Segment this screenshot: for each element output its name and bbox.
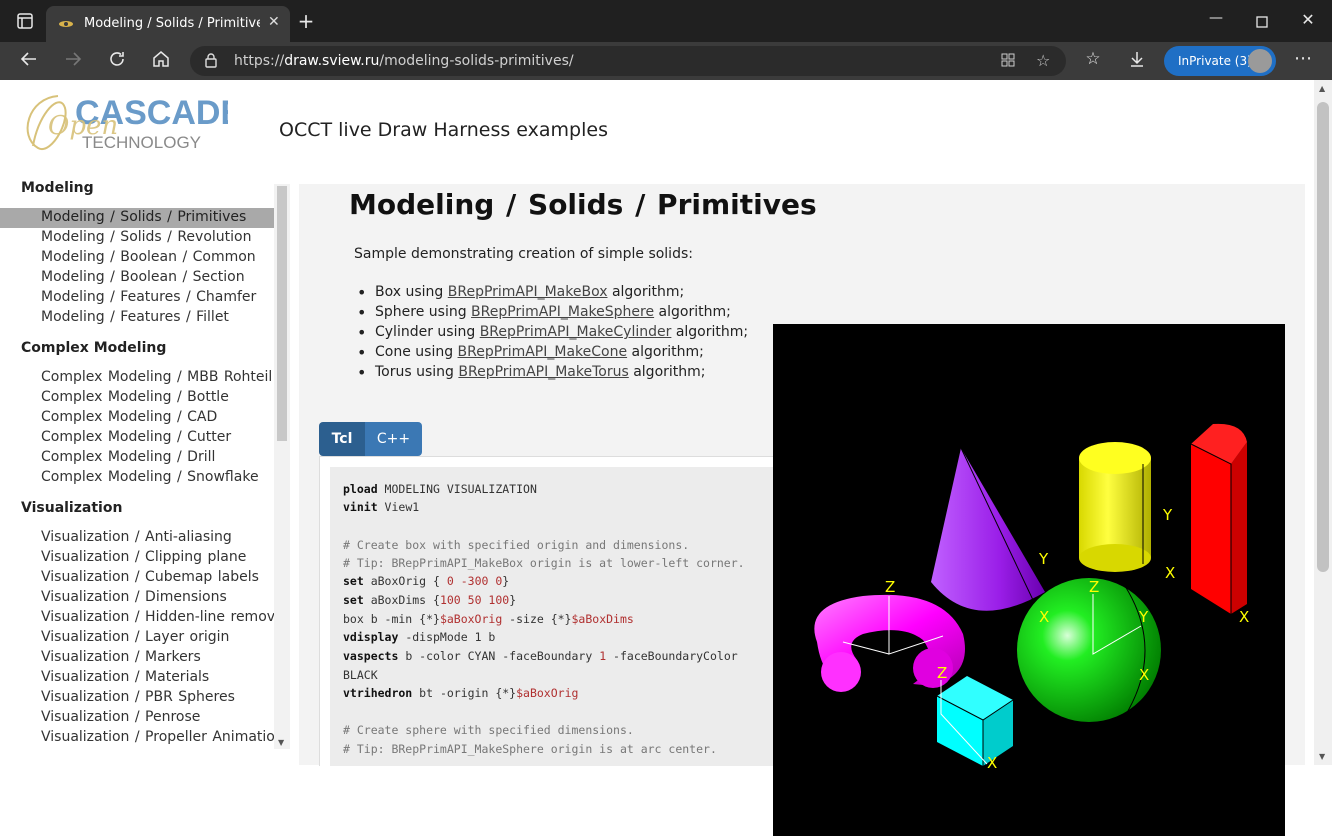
sidebar-item-modeling-features-chamfer[interactable]: Modeling / Features / Chamfer bbox=[0, 288, 274, 308]
sidebar-item-vis-layer-origin[interactable]: Visualization / Layer origin bbox=[0, 628, 274, 648]
sidebar-heading-complex-modeling: Complex Modeling bbox=[21, 340, 167, 356]
sidebar-item-vis-materials[interactable]: Visualization / Materials bbox=[0, 668, 274, 688]
sidebar-heading-modeling: Modeling bbox=[21, 180, 94, 196]
svg-text:Y: Y bbox=[1138, 608, 1149, 626]
sidebar-item-modeling-boolean-common[interactable]: Modeling / Boolean / Common bbox=[0, 248, 274, 268]
svg-text:Open: Open bbox=[48, 111, 118, 141]
page-title: Modeling / Solids / Primitives bbox=[349, 188, 817, 221]
list-item: Cylinder using BRepPrimAPI_MakeCylinder … bbox=[354, 323, 748, 344]
maximize-icon[interactable] bbox=[1252, 12, 1272, 32]
svg-text:Y: Y bbox=[1038, 550, 1049, 568]
sidebar-item-vis-hidden-line-removal[interactable]: Visualization / Hidden-line removal bbox=[0, 608, 274, 628]
profile-avatar bbox=[1248, 49, 1272, 73]
sidebar-item-modeling-solids-primitives[interactable]: Modeling / Solids / Primitives bbox=[0, 208, 274, 228]
more-menu-icon[interactable]: ⋯ bbox=[1292, 48, 1314, 70]
web-page: CASCADE TECHNOLOGY Open OCCT live Draw H… bbox=[0, 80, 1314, 836]
sidebar-scrollbar[interactable]: ▼ bbox=[274, 184, 290, 749]
code-block[interactable]: pload MODELING VISUALIZATION vinit View1… bbox=[330, 467, 775, 766]
svg-text:X: X bbox=[987, 754, 997, 772]
svg-text:X: X bbox=[1239, 608, 1249, 626]
cylinder-shape[interactable] bbox=[1079, 442, 1151, 572]
page-description: Sample demonstrating creation of simple … bbox=[354, 246, 693, 262]
list-item: Cone using BRepPrimAPI_MakeCone algorith… bbox=[354, 343, 748, 364]
page-scrollbar[interactable]: ▲ ▼ bbox=[1314, 80, 1332, 765]
code-panel: pload MODELING VISUALIZATION vinit View1… bbox=[319, 456, 776, 766]
svg-text:Z: Z bbox=[1089, 578, 1099, 596]
list-item: Torus using BRepPrimAPI_MakeTorus algori… bbox=[354, 363, 748, 384]
sidebar-item-vis-penrose[interactable]: Visualization / Penrose bbox=[0, 708, 274, 728]
sidebar-scroll-down-icon[interactable]: ▼ bbox=[278, 738, 284, 747]
svg-text:X: X bbox=[1039, 608, 1049, 626]
primitives-list: Box using BRepPrimAPI_MakeBox algorithm;… bbox=[354, 283, 748, 384]
api-link-maketorus[interactable]: BRepPrimAPI_MakeTorus bbox=[458, 364, 628, 380]
sidebar-item-complex-bottle[interactable]: Complex Modeling / Bottle bbox=[0, 388, 274, 408]
cone-shape[interactable] bbox=[931, 447, 1045, 611]
add-favorite-icon[interactable]: ☆ bbox=[1036, 51, 1050, 70]
sidebar-item-vis-pbr-spheres[interactable]: Visualization / PBR Spheres bbox=[0, 688, 274, 708]
sidebar-item-complex-mbb-rohteil[interactable]: Complex Modeling / MBB Rohteil bbox=[0, 368, 274, 388]
url-field[interactable]: https://draw.sview.ru/modeling-solids-pr… bbox=[190, 46, 1066, 76]
list-item: Sphere using BRepPrimAPI_MakeSphere algo… bbox=[354, 303, 748, 324]
app-available-icon[interactable] bbox=[1000, 52, 1016, 72]
page-scroll-thumb[interactable] bbox=[1317, 102, 1329, 572]
lock-icon[interactable] bbox=[204, 52, 218, 72]
sidebar-nav: Modeling Modeling / Solids / Primitives … bbox=[0, 178, 290, 758]
site-title: OCCT live Draw Harness examples bbox=[279, 119, 608, 141]
sidebar-item-complex-cad[interactable]: Complex Modeling / CAD bbox=[0, 408, 274, 428]
tab-cpp[interactable]: C++ bbox=[365, 422, 422, 456]
new-tab-icon[interactable]: + bbox=[296, 11, 316, 32]
downloads-icon[interactable] bbox=[1126, 49, 1148, 71]
box-shape[interactable] bbox=[936, 676, 1014, 766]
url-text: https://draw.sview.ru/modeling-solids-pr… bbox=[234, 53, 574, 69]
3d-viewer-canvas[interactable]: Z Z Z Y Y Y X X X X X bbox=[773, 324, 1285, 836]
sidebar-item-complex-drill[interactable]: Complex Modeling / Drill bbox=[0, 448, 274, 468]
sidebar-scroll-thumb[interactable] bbox=[277, 186, 287, 441]
sidebar-heading-visualization: Visualization bbox=[21, 500, 123, 516]
sidebar-item-modeling-features-fillet[interactable]: Modeling / Features / Fillet bbox=[0, 308, 274, 328]
minimize-icon[interactable]: — bbox=[1206, 10, 1226, 30]
home-icon[interactable] bbox=[150, 49, 172, 71]
favorites-icon[interactable]: ☆ bbox=[1082, 49, 1104, 71]
api-link-makecylinder[interactable]: BRepPrimAPI_MakeCylinder bbox=[480, 324, 672, 340]
sidebar-item-vis-dimensions[interactable]: Visualization / Dimensions bbox=[0, 588, 274, 608]
sidebar-item-vis-anti-aliasing[interactable]: Visualization / Anti-aliasing bbox=[0, 528, 274, 548]
svg-text:Z: Z bbox=[885, 578, 895, 596]
sphere-shape[interactable] bbox=[1017, 578, 1161, 722]
refresh-icon[interactable] bbox=[106, 49, 128, 71]
svg-text:Y: Y bbox=[1162, 506, 1173, 524]
api-link-makebox[interactable]: BRepPrimAPI_MakeBox bbox=[448, 284, 608, 300]
sidebar-item-complex-snowflake[interactable]: Complex Modeling / Snowflake bbox=[0, 468, 274, 488]
list-item: Box using BRepPrimAPI_MakeBox algorithm; bbox=[354, 283, 748, 304]
scroll-up-icon[interactable]: ▲ bbox=[1319, 84, 1325, 93]
sidebar-item-modeling-boolean-section[interactable]: Modeling / Boolean / Section bbox=[0, 268, 274, 288]
main-content: Modeling / Solids / Primitives Sample de… bbox=[299, 184, 1305, 836]
back-icon[interactable] bbox=[18, 49, 40, 71]
svg-text:X: X bbox=[1139, 666, 1149, 684]
site-favicon-icon bbox=[59, 21, 73, 27]
inprivate-profile-button[interactable]: InPrivate (3) bbox=[1164, 46, 1276, 76]
close-window-icon[interactable]: ✕ bbox=[1298, 10, 1318, 30]
sidebar-item-vis-cubemap-labels[interactable]: Visualization / Cubemap labels bbox=[0, 568, 274, 588]
red-solid-shape[interactable] bbox=[1190, 423, 1247, 614]
tab-close-icon[interactable]: ✕ bbox=[268, 14, 280, 30]
sidebar-item-modeling-solids-revolution[interactable]: Modeling / Solids / Revolution bbox=[0, 228, 274, 248]
api-link-makecone[interactable]: BRepPrimAPI_MakeCone bbox=[458, 344, 628, 360]
svg-text:X: X bbox=[1165, 564, 1175, 582]
tab-tcl[interactable]: Tcl bbox=[319, 422, 365, 456]
api-link-makesphere[interactable]: BRepPrimAPI_MakeSphere bbox=[471, 304, 654, 320]
tab-title: Modeling / Solids / Primitives | O bbox=[84, 16, 260, 31]
browser-tab-active[interactable]: Modeling / Solids / Primitives | O ✕ bbox=[46, 6, 290, 42]
address-bar-row: https://draw.sview.ru/modeling-solids-pr… bbox=[0, 42, 1332, 80]
scroll-down-icon[interactable]: ▼ bbox=[1319, 752, 1325, 761]
svg-text:Z: Z bbox=[937, 664, 947, 682]
sidebar-item-vis-markers[interactable]: Visualization / Markers bbox=[0, 648, 274, 668]
open-cascade-logo[interactable]: CASCADE TECHNOLOGY Open bbox=[18, 86, 243, 166]
sidebar-item-vis-clipping-plane[interactable]: Visualization / Clipping plane bbox=[0, 548, 274, 568]
tab-actions-icon[interactable] bbox=[14, 11, 36, 31]
sidebar-item-vis-propeller-animation[interactable]: Visualization / Propeller Animation bbox=[0, 728, 274, 748]
browser-tab-bar: Modeling / Solids / Primitives | O ✕ + —… bbox=[0, 0, 1332, 42]
forward-icon[interactable] bbox=[62, 49, 84, 71]
sidebar-item-complex-cutter[interactable]: Complex Modeling / Cutter bbox=[0, 428, 274, 448]
